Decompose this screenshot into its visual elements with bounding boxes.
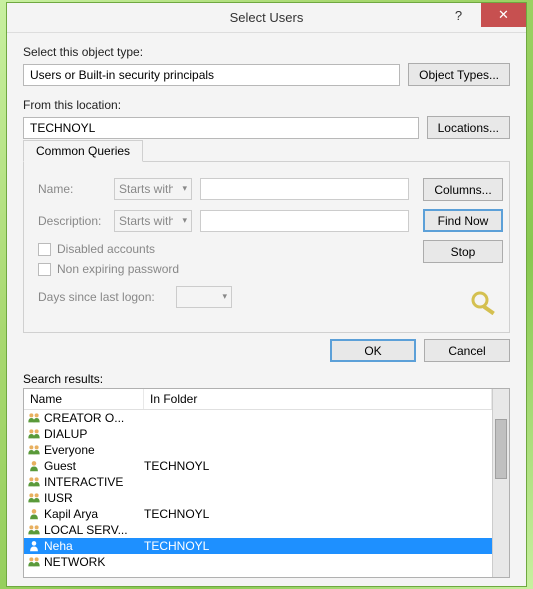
column-header-name[interactable]: Name [24, 389, 144, 409]
group-icon [26, 555, 42, 569]
object-type-input[interactable] [23, 64, 400, 86]
result-name: INTERACTIVE [42, 475, 144, 489]
description-filter-mode[interactable] [114, 210, 192, 232]
search-results: Name In Folder CREATOR O... DIALUP Every… [23, 388, 510, 578]
user-icon [26, 459, 42, 473]
scrollbar[interactable] [492, 389, 509, 577]
group-icon [26, 491, 42, 505]
tab-common-queries[interactable]: Common Queries [23, 140, 143, 162]
columns-button[interactable]: Columns... [423, 178, 503, 201]
result-name: Guest [42, 459, 144, 473]
result-name: CREATOR O... [42, 411, 144, 425]
result-name: Everyone [42, 443, 144, 457]
titlebar-buttons: ? ✕ [436, 3, 526, 27]
disabled-accounts-label: Disabled accounts [57, 242, 155, 256]
group-icon [26, 523, 42, 537]
select-users-dialog: Select Users ? ✕ Select this object type… [6, 2, 527, 587]
locations-button[interactable]: Locations... [427, 116, 510, 139]
ok-button[interactable]: OK [330, 339, 416, 362]
non-expiring-label: Non expiring password [57, 262, 179, 276]
group-icon [26, 411, 42, 425]
dialog-title: Select Users [230, 10, 304, 25]
group-icon [26, 427, 42, 441]
result-folder: TECHNOYL [144, 507, 490, 521]
column-header-folder[interactable]: In Folder [144, 389, 492, 409]
result-row[interactable]: Everyone [24, 442, 492, 458]
name-filter-label: Name: [38, 182, 106, 196]
result-row[interactable]: GuestTECHNOYL [24, 458, 492, 474]
name-filter-input[interactable] [200, 178, 409, 200]
search-icon [469, 289, 499, 322]
result-name: IUSR [42, 491, 144, 505]
group-icon [26, 475, 42, 489]
result-row[interactable]: CREATOR O... [24, 410, 492, 426]
result-name: LOCAL SERV... [42, 523, 144, 537]
results-header: Name In Folder [24, 389, 492, 410]
result-row[interactable]: NehaTECHNOYL [24, 538, 492, 554]
results-list[interactable]: CREATOR O... DIALUP Everyone GuestTECHNO… [24, 410, 492, 570]
name-filter-mode[interactable] [114, 178, 192, 200]
result-row[interactable]: IUSR [24, 490, 492, 506]
titlebar: Select Users ? ✕ [7, 3, 526, 33]
description-filter-input[interactable] [200, 210, 409, 232]
result-row[interactable]: DIALUP [24, 426, 492, 442]
result-name: Neha [42, 539, 144, 553]
common-queries-panel: Common Queries Name: ▾ Description: [23, 161, 510, 333]
help-button[interactable]: ? [436, 3, 481, 27]
close-button[interactable]: ✕ [481, 3, 526, 27]
disabled-accounts-checkbox[interactable] [38, 243, 51, 256]
result-row[interactable]: Kapil AryaTECHNOYL [24, 506, 492, 522]
object-type-label: Select this object type: [23, 45, 510, 59]
from-location-label: From this location: [23, 98, 510, 112]
cancel-button[interactable]: Cancel [424, 339, 510, 362]
result-name: Kapil Arya [42, 507, 144, 521]
result-name: DIALUP [42, 427, 144, 441]
dialog-content: Select this object type: Object Types...… [7, 33, 526, 586]
find-now-button[interactable]: Find Now [423, 209, 503, 232]
object-types-button[interactable]: Object Types... [408, 63, 510, 86]
group-icon [26, 443, 42, 457]
location-input[interactable] [23, 117, 419, 139]
days-logon-select[interactable] [176, 286, 232, 308]
non-expiring-checkbox[interactable] [38, 263, 51, 276]
days-logon-label: Days since last logon: [38, 290, 168, 304]
scrollbar-thumb[interactable] [495, 419, 507, 479]
result-row[interactable]: LOCAL SERV... [24, 522, 492, 538]
user-icon [26, 507, 42, 521]
description-filter-label: Description: [38, 214, 106, 228]
result-folder: TECHNOYL [144, 459, 490, 473]
result-row[interactable]: INTERACTIVE [24, 474, 492, 490]
stop-button[interactable]: Stop [423, 240, 503, 263]
result-name: NETWORK [42, 555, 144, 569]
user-icon [26, 539, 42, 553]
search-results-label: Search results: [23, 372, 510, 386]
result-folder: TECHNOYL [144, 539, 490, 553]
result-row[interactable]: NETWORK [24, 554, 492, 570]
